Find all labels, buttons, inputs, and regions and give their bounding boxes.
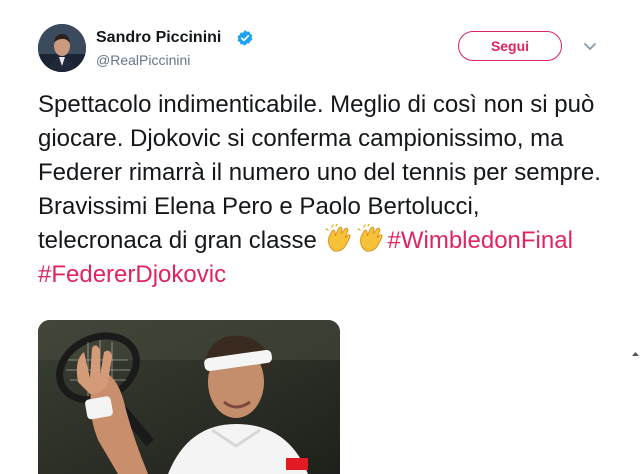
tweet-card: Sandro Piccinini @RealPiccinini Segui Sp…: [0, 0, 640, 474]
chevron-down-icon[interactable]: [582, 38, 598, 54]
tweet-photo[interactable]: [38, 320, 340, 474]
clapping-hands-emoji: [356, 223, 386, 254]
follow-button[interactable]: Segui: [458, 31, 562, 61]
scroll-arrow-icon[interactable]: [631, 346, 640, 356]
clapping-hands-emoji: [324, 223, 354, 254]
author-name[interactable]: Sandro Piccinini: [96, 29, 221, 47]
hashtag-link[interactable]: #WimbledonFinal: [388, 227, 573, 254]
avatar[interactable]: [38, 24, 86, 72]
author-handle[interactable]: @RealPiccinini: [96, 52, 190, 68]
hashtag-link[interactable]: #FedererDjokovic: [38, 261, 226, 288]
tweet-text: Spettacolo indimenticabile. Meglio di co…: [38, 88, 608, 292]
verified-badge-icon: [236, 29, 254, 47]
